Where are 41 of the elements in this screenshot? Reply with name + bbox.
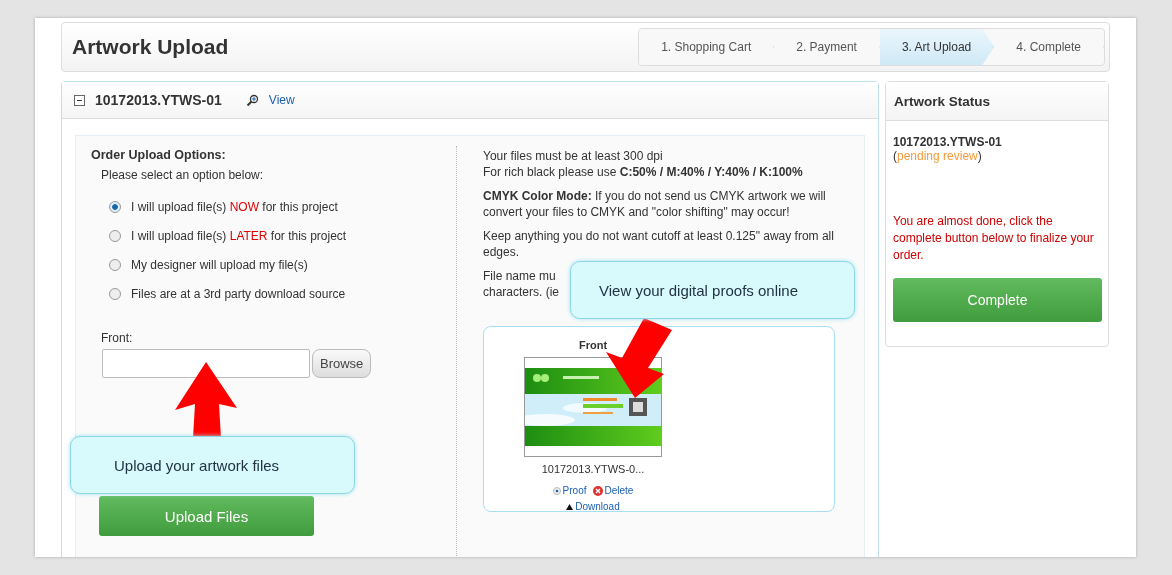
instruction-text: You are almost done, click the complete button below to finalize your order. [893,213,1095,264]
section-heading: Order Upload Options: [91,148,227,162]
file-name: 10172013.YTWS-0... [541,462,645,477]
proof-link[interactable]: Proof [552,483,587,499]
bullet-icon [552,487,561,495]
paren: ( [893,149,897,163]
option-label[interactable]: I will upload file(s) NOW for this project [131,200,338,214]
file-input-field[interactable] [102,349,310,378]
proof-side-label: Front [578,338,608,353]
order-id: 10172013.YTWS-01 [95,92,222,108]
option-label[interactable]: My designer will upload my file(s) [131,258,308,272]
note-text: File name mu [483,269,556,283]
note-text: characters. (ie [483,285,560,299]
zoom-icon [245,94,259,106]
triangle-icon [566,504,574,510]
view-link[interactable]: View [268,93,295,107]
callout-text: Upload your artwork files [70,436,355,494]
status-text: pending review [897,149,978,163]
callout-text: View your digital proofs online [570,261,855,319]
checkout-step[interactable]: 3. Art Upload [879,29,995,65]
order-id: 10172013.YTWS-01 [893,135,1003,149]
field-label: Front: [101,331,134,345]
browse-button[interactable]: Browse [312,349,372,378]
note-paragraph: Keep anything you do not want cutoff at least 0.125" away from all edges. [483,228,835,260]
note-paragraph: CMYK Color Mode: If you do not send us CMYK artwork we will convert your files to CMYK and "color shifting" may occur! [483,188,827,220]
page-title: Artwork Upload [72,35,229,59]
option-label[interactable]: I will upload file(s) LATER for this project [131,229,347,243]
requirements-text: Your files must be at least 300 dpi For rich black please use C:50% / M:40% / Y:40% / K:100% [483,148,804,180]
radio-button[interactable] [109,259,121,271]
radio-button[interactable] [109,288,121,300]
radio-button[interactable] [109,201,121,213]
paren: ) [977,149,982,163]
delete-icon [592,486,603,496]
radio-button[interactable] [109,230,121,242]
checkout-step[interactable]: 1. Shopping Cart [639,29,775,65]
instruction-text: Please select an option below: [101,168,265,182]
download-link[interactable]: Download [566,499,620,515]
panel-title: Artwork Status [886,82,1108,121]
delete-link[interactable]: Delete [592,483,634,499]
collapse-icon[interactable] [74,94,85,106]
option-label[interactable]: Files are at a 3rd party download source [131,287,346,301]
